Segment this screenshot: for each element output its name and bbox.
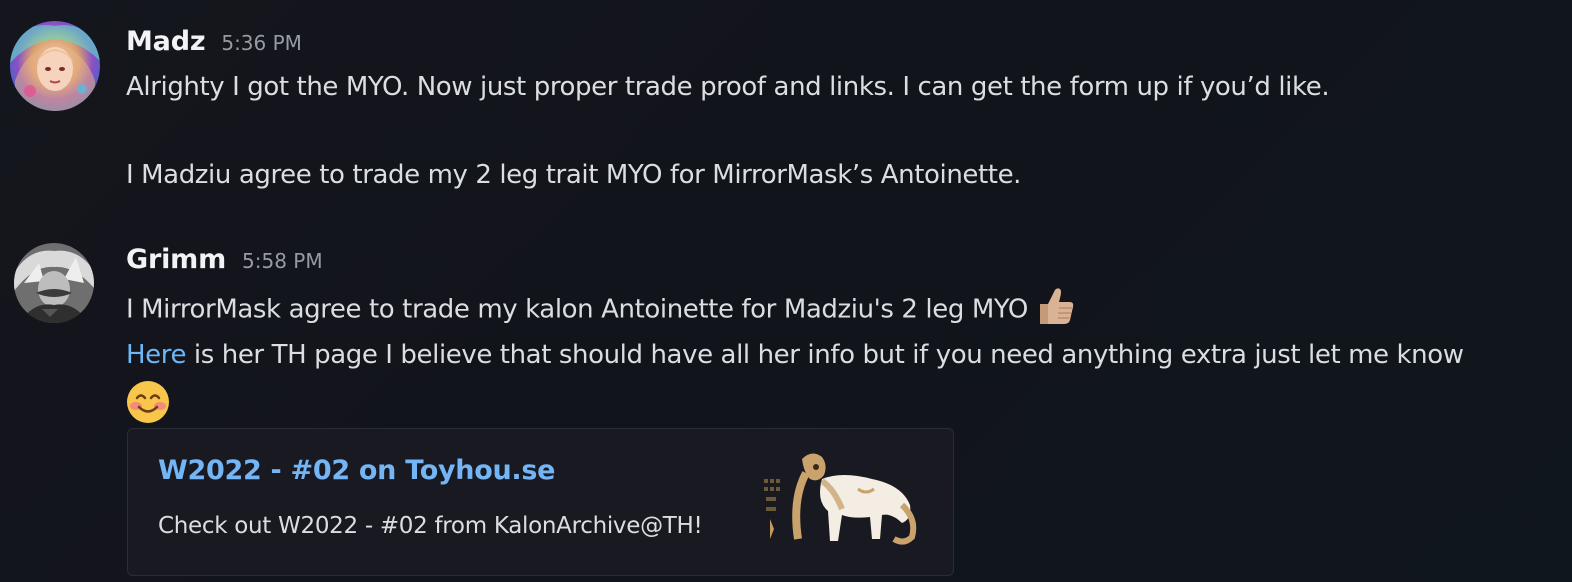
link-embed: W2022 - #02 on Toyhou.se Check out W2022… [127, 428, 954, 576]
here-link[interactable]: Here [126, 340, 186, 370]
message-text-line: Here is her TH page I believe that shoul… [126, 340, 1464, 370]
message-timestamp[interactable]: 5:36 PM [221, 31, 302, 55]
message-text: I Madziu agree to trade my 2 leg trait M… [126, 160, 1022, 190]
smiling-face-icon[interactable] [126, 380, 170, 424]
message-text: Alrighty I got the MYO. Now just proper … [126, 72, 1330, 102]
message-text-line: I MirrorMask agree to trade my kalon Ant… [126, 288, 1078, 332]
author-line-madz: Madz 5:36 PM [126, 26, 302, 57]
thumbs-up-icon[interactable] [1034, 284, 1078, 328]
embed-title-link[interactable]: W2022 - #02 on Toyhou.se [158, 455, 555, 486]
author-line-grimm: Grimm 5:58 PM [126, 244, 323, 275]
author-name[interactable]: Grimm [126, 244, 226, 275]
avatar-madz[interactable] [10, 21, 100, 111]
author-name[interactable]: Madz [126, 26, 206, 57]
message-text: is her TH page I believe that should hav… [186, 340, 1464, 370]
avatar-grimm-image [14, 243, 94, 323]
avatar-grimm[interactable] [14, 243, 94, 323]
embed-thumbnail[interactable] [762, 449, 922, 549]
embed-description: Check out W2022 - #02 from KalonArchive@… [158, 513, 703, 539]
message-timestamp[interactable]: 5:58 PM [242, 249, 323, 273]
message-text: I MirrorMask agree to trade my kalon Ant… [126, 294, 1028, 325]
avatar-madz-image [10, 21, 100, 111]
